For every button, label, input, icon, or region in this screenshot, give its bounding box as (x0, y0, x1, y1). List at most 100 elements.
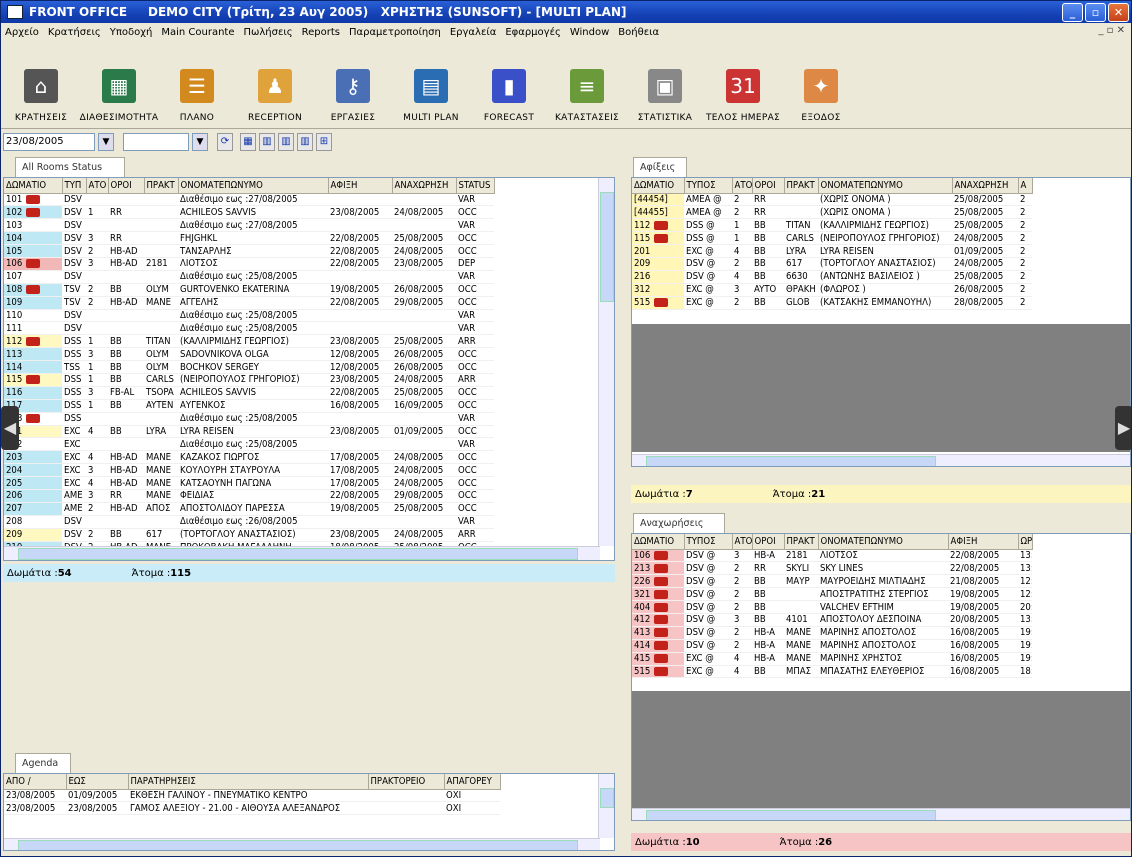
column-header[interactable]: ΑΤΟ (86, 178, 109, 194)
table-row[interactable]: 112 DSS @1 BB TITAN (ΚΑΛΛΙΡΜΙΔΗΣ ΓΕΩΡΓΙΟΣ) 25… (632, 218, 1032, 233)
date-dropdown-button[interactable]: ▼ (98, 133, 114, 151)
departures-hscroll-thumb[interactable] (646, 810, 936, 820)
toolbar-button-1[interactable]: ▦ ΔΙΑΘΕΣΙΜΟΤΗΤΑ (80, 50, 158, 128)
toolbar-button-3[interactable]: ♟ RECEPTION (239, 50, 311, 128)
arrivals-hscroll-thumb[interactable] (646, 456, 936, 466)
table-row[interactable]: 201 EXC @4 BB LYRA LYRA REISEN 01/09/2005 2 (632, 244, 1032, 258)
restore-button[interactable]: ▫ (1085, 3, 1106, 22)
tab-departures[interactable]: Αναχωρήσεις (633, 513, 725, 533)
table-row[interactable]: 203 EXC 4 HB-AD MANE ΚΑΖΑΚΟΣ ΓΙΩΡΓΟΣ 17/08/200… (4, 450, 494, 465)
column-header[interactable]: ΟΝΟΜΑΤΕΠΩΝΥΜΟ (818, 178, 953, 194)
table-row[interactable]: 209 DSV @2 BB 617 (ΤΟΡΤΟΓΛΟΥ ΑΝΑΣΤΑΣΙΟΣ) 24/0… (632, 257, 1032, 271)
table-row[interactable]: 115 DSS @1 BB CARLS (ΝΕΙΡΟΠΟΥΛΟΣ ΓΡΗΓΟΡΙΟΣ) 2… (632, 231, 1032, 246)
menu-item-6[interactable]: Παραμετροποίηση (349, 27, 441, 38)
table-row[interactable]: 415 EXC @4 HB-A MANE ΜΑΡΙΝΗΣ ΧΡΗΣΤΟΣ 16/08/20… (632, 652, 1032, 666)
left-panel-arrow-icon[interactable]: ◀ (1, 406, 19, 450)
column-header[interactable]: ΟΡΟΙ (108, 178, 145, 194)
table-row[interactable]: 112 DSS 1 BB TITAN (ΚΑΛΛΙΡΜΙΔΗΣ ΓΕΩΡΓΙΟΣ) 23/0… (4, 334, 494, 349)
table-row[interactable]: 101 DSV Διαθέσιμο εως :27/08/2005 VAR (4, 193, 494, 207)
menu-item-10[interactable]: Βοήθεια (618, 27, 659, 38)
menu-item-2[interactable]: Υποδοχή (110, 27, 153, 38)
menu-item-4[interactable]: Πωλήσεις (243, 27, 292, 38)
close-button[interactable]: ✕ (1108, 3, 1129, 22)
column-header[interactable]: ΤΥΠΟΣ (684, 178, 733, 194)
agenda-scroll-thumb[interactable] (600, 788, 614, 808)
floor-view-icon[interactable]: ▦ (240, 133, 256, 151)
column-header[interactable]: ΟΡΟΙ (752, 534, 785, 550)
table-row[interactable]: 216 DSV @4 BB 6630 (ΑΝΤΩΝΗΣ ΒΑΣΙΛΕΙΟΣ ) 25/08… (632, 270, 1032, 284)
table-row[interactable]: 413 DSV @2 HB-A MANE ΜΑΡΙΝΗΣ ΑΠΟΣΤΟΛΟΣ 16/08/… (632, 626, 1032, 640)
column-header[interactable]: ΠΡΑΚΤ (784, 534, 819, 550)
table-row[interactable]: 226 DSV @2 BB ΜΑΥΡ ΜΑΥΡΟΕΙΔΗΣ ΜΙΛΤΙΑΔΗΣ 21/08… (632, 574, 1032, 589)
filter-field[interactable] (123, 133, 189, 151)
table-row[interactable]: 110 DSV Διαθέσιμο εως :25/08/2005 VAR (4, 309, 494, 323)
mdi-controls[interactable]: _ ▫ ✕ (1098, 25, 1125, 36)
table-row[interactable]: 206 AME 3 RR MANE ΦΕΙΔΙΑΣ 22/08/2005 29/08/2005… (4, 489, 494, 503)
menu-item-5[interactable]: Reports (302, 27, 340, 38)
rooms-hscroll-thumb[interactable] (18, 548, 578, 560)
table-row[interactable]: 117DSS1BBAYTENΑΥΓΕΝΚΟΣ16/08/200516/09/20… (4, 399, 494, 413)
tab-agenda[interactable]: Agenda (15, 753, 71, 773)
column-header[interactable]: ΟΝΟΜΑΤΕΠΩΝΥΜΟ (178, 178, 329, 194)
table-row[interactable]: 404 DSV @2BB VALCHEV EFTHIM19/08/200520: (632, 600, 1032, 614)
table-row[interactable]: 111 DSV Διαθέσιμο εως :25/08/2005 VAR (4, 321, 494, 336)
table-row[interactable]: 209 DSV 2 BB 617 (ΤΟΡΤΟΓΛΟΥ ΑΝΑΣΤΑΣΙΟΣ) 23/08/… (4, 528, 494, 542)
table-row[interactable]: 208 DSV Διαθέσιμο εως :26/08/2005 VAR (4, 515, 494, 529)
toolbar-button-7[interactable]: ≡ ΚΑΤΑΣΤΑΣΕΙΣ (551, 50, 623, 128)
column-header[interactable]: ΠΡΑΚΤ (784, 178, 819, 194)
column-header[interactable]: ΔΩΜΑΤΙΟ (632, 178, 685, 194)
toolbar-button-6[interactable]: ▮ FORECAST (473, 50, 545, 128)
column-header[interactable]: ΩΡ (1018, 534, 1033, 550)
table-row[interactable]: 106 DSV 3 HB-AD 2181 ΛΙΟΤΣΟΣ 22/08/2005 23/08/2… (4, 257, 494, 271)
rooms-scroll-thumb[interactable] (600, 192, 614, 302)
filter-dropdown-button[interactable]: ▼ (192, 133, 208, 151)
table-row[interactable]: 201EXC4BBLYRALYRA REISEN23/08/200501/09/… (4, 425, 494, 439)
table-row[interactable]: 23/08/2005 01/09/2005 ΕΚΘΕΣΗ ΓΑΛΙΝΟΥ - ΠΝΕ… (4, 789, 500, 803)
rooms-vertical-scrollbar[interactable] (598, 178, 614, 546)
toolbar-button-9[interactable]: 31 ΤΕΛΟΣ ΗΜΕΡΑΣ (706, 50, 780, 128)
date-field[interactable]: 23/08/2005 (3, 133, 95, 151)
table-row[interactable]: 114 TSS 1 BB OLYM BOCHKOV SERGEY 12/08/2005 26/… (4, 360, 494, 374)
table-row[interactable]: 312 EXC @3 AYTO ΘΡΑΚΗ (ΦΛΩΡΟΣ ) 26/08/2005 2 (632, 283, 1032, 297)
table-row[interactable]: [44454] ΑΜΕΑ @2 RR (ΧΩΡΙΣ ΟΝΟΜΑ ) 25/08/2005… (632, 193, 1032, 207)
refresh-icon[interactable]: ⟳ (217, 133, 233, 151)
table-row[interactable]: 118DSSΔιαθέσιμο εως :25/08/2005VAR (4, 412, 494, 426)
column-header[interactable]: ΠΑΡΑΤΗΡΗΣΕΙΣ (128, 774, 369, 790)
rooms-horizontal-scrollbar[interactable] (4, 546, 600, 560)
menu-item-0[interactable]: Αρχείο (5, 27, 39, 38)
table-row[interactable]: 321 DSV @2 BB ΑΠΟΣΤΡΑΤΙΤΗΣ ΣΤΕΡΓΙΟΣ 19/08/20… (632, 587, 1032, 602)
menu-item-9[interactable]: Window (570, 27, 609, 38)
building-c-icon[interactable]: ▥ (297, 133, 313, 151)
table-row[interactable]: 108 TSV 2 BB OLYM GURTOVENKO EKATERINA 19/08/2… (4, 283, 494, 297)
table-row[interactable]: 105 DSV 2 HB-AD ΤΑΝΣΑΡΛΗΣ 22/08/2005 24/08/200… (4, 244, 494, 258)
table-row[interactable]: 414 DSV @2 HB-A MANE ΜΑΡΙΝΗΣ ΑΠΟΣΤΟΛΟΣ 16/08/… (632, 639, 1032, 653)
table-view-icon[interactable]: ⊞ (316, 133, 332, 151)
table-row[interactable]: 109 TSV 2 HB-AD MANE ΑΓΓΕΛΗΣ 22/08/2005 29/08/2… (4, 296, 494, 310)
table-row[interactable]: 106 DSV @3HB-A2181ΛΙΟΤΣΟΣ22/08/200513: (632, 549, 1032, 563)
column-header[interactable]: ΤΥΠΟΣ (684, 534, 733, 550)
building-b-icon[interactable]: ▥ (278, 133, 294, 151)
column-header[interactable]: ΑΝΑΧΩΡΗΣΗ (392, 178, 457, 194)
menu-item-8[interactable]: Εφαρμογές (505, 27, 561, 38)
table-row[interactable]: 515 EXC @2 BB GLOB (ΚΑΤΣΑΚΗΣ ΕΜΜΑΝΟΥΗΛ) 28/08… (632, 296, 1032, 310)
agenda-vertical-scrollbar[interactable] (598, 774, 614, 838)
departures-horizontal-scrollbar[interactable] (632, 808, 1130, 820)
column-header[interactable]: ΠΡΑΚΤΟΡΕΙΟ (368, 774, 445, 790)
column-header[interactable]: ΑΠΟ / (4, 774, 67, 790)
table-row[interactable]: 116 DSS 3 FB-AL TSOPA ACHILEOS SAVVIS 22/08/20… (4, 386, 494, 400)
column-header[interactable]: ΑΝΑΧΩΡΗΣΗ (952, 178, 1019, 194)
toolbar-button-4[interactable]: ⚷ ΕΡΓΑΣΙΕΣ (317, 50, 389, 128)
tab-arrivals[interactable]: Αφίξεις (633, 157, 687, 177)
table-row[interactable]: 107 DSV Διαθέσιμο εως :25/08/2005 VAR (4, 270, 494, 284)
table-row[interactable]: 204 EXC 3 HB-AD MANE ΚΟΥΛΟΥΡΗ ΣΤΑΥΡΟΥΛΑ 17/08/… (4, 463, 494, 478)
toolbar-button-10[interactable]: ✦ ΕΞΟΔΟΣ (785, 50, 857, 128)
toolbar-button-5[interactable]: ▤ MULTI PLAN (395, 50, 467, 128)
column-header[interactable]: ΕΩΣ (66, 774, 129, 790)
minimize-button[interactable]: _ (1062, 3, 1083, 22)
table-row[interactable]: 115 DSS 1 BB CARLS (ΝΕΙΡΟΠΟΥΛΟΣ ΓΡΗΓΟΡΙΟΣ) 23/… (4, 373, 494, 387)
column-header[interactable]: ΔΩΜΑΤΙΟ (4, 178, 63, 194)
table-row[interactable]: 515 EXC @4 BB ΜΠΑΣ ΜΠΑΣΑΤΗΣ ΕΛΕΥΘΕΡΙΟΣ 16/08/… (632, 665, 1032, 679)
table-row[interactable]: 113 DSS 3 BB OLYM SADOVNIKOVA OLGA 12/08/2005 2… (4, 347, 494, 362)
tab-all-rooms-status[interactable]: All Rooms Status (15, 157, 125, 177)
column-header[interactable]: ΤΥΠ (62, 178, 87, 194)
